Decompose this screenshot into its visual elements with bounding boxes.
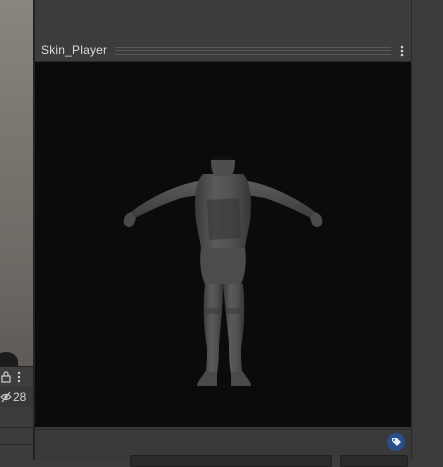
model-preview-viewport[interactable] (35, 62, 411, 427)
divider (0, 444, 33, 445)
chest-panel (207, 198, 241, 240)
eye-slash-icon[interactable] (0, 391, 12, 403)
left-arm (127, 180, 205, 220)
neck (211, 160, 235, 176)
visibility-stats: 28 (0, 387, 33, 407)
asset-labels-button[interactable] (387, 433, 405, 451)
left-leg (203, 284, 223, 374)
drag-handle[interactable] (115, 47, 391, 55)
hierarchy-toolbar (0, 366, 33, 387)
hips (200, 248, 246, 284)
preview-title: Skin_Player (41, 43, 108, 57)
asset-bundle-field[interactable] (130, 455, 332, 467)
right-leg (223, 284, 245, 374)
kebab-menu-icon[interactable] (399, 44, 405, 58)
more-icon[interactable] (17, 371, 21, 383)
right-panel-edge (411, 0, 443, 460)
hidden-objects-count: 28 (13, 390, 27, 404)
preview-tab-header[interactable]: Skin_Player (35, 40, 411, 62)
right-foot (231, 372, 251, 386)
asset-variant-field[interactable] (340, 455, 408, 467)
right-arm (241, 180, 319, 220)
tag-icon (392, 438, 401, 446)
left-foot (197, 372, 217, 386)
preview-window: Skin_Player (35, 40, 411, 467)
preview-footer (35, 429, 411, 467)
hierarchy-footer (0, 407, 33, 460)
inspector-top-area (35, 0, 411, 40)
lock-icon[interactable] (1, 371, 11, 383)
player-model (123, 155, 323, 386)
divider (0, 427, 33, 428)
